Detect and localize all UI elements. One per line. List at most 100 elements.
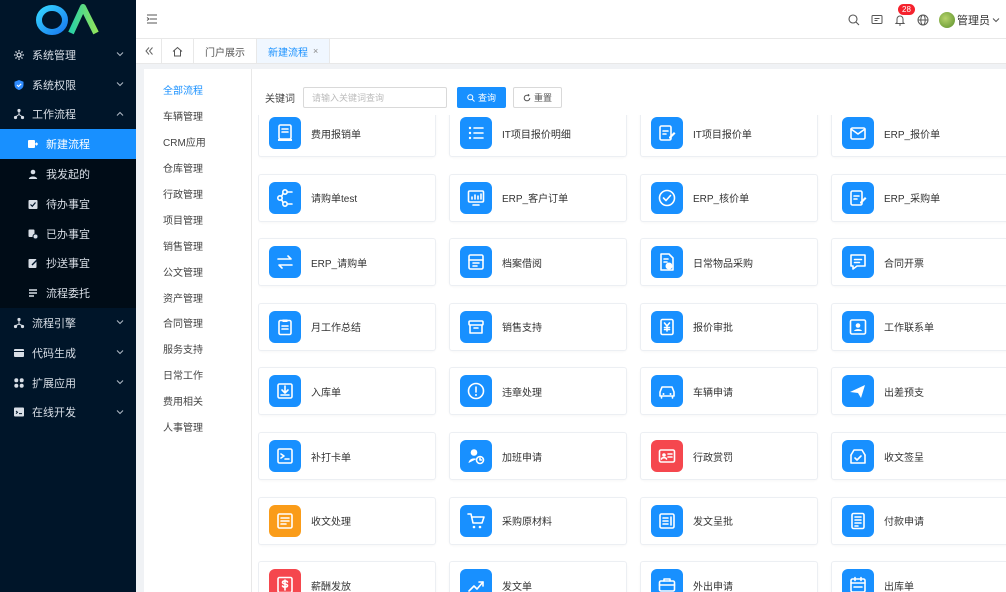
process-card[interactable]: 加班申请 [449,432,627,480]
form-icon [842,504,874,537]
process-card[interactable]: 薪酬发放 [258,561,436,592]
sidebar-item-label: 扩展应用 [32,377,76,390]
chevron-down-icon [116,81,124,87]
dev-icon [12,405,26,419]
process-card[interactable]: IT项目报价明细 [449,115,627,157]
sidebar-item-new-flow[interactable]: 新建流程 [0,129,136,160]
category-item[interactable]: 日常工作 [144,362,251,388]
sidebar-item-todo[interactable]: 待办事宜 [0,188,136,219]
process-card[interactable]: 车辆申请 [640,367,818,416]
calendar-icon [842,569,874,592]
delegate-icon [26,286,40,300]
sidebar-item-apps[interactable]: 扩展应用 [0,368,136,398]
category-item[interactable]: 销售管理 [144,232,251,258]
clipboard-icon [269,310,301,343]
process-name: IT项目报价明细 [502,129,571,141]
sidebar-item-workflow[interactable]: 工作流程 [0,100,136,130]
todo-icon [26,197,40,211]
tab-portal[interactable]: 门户展示 [194,39,257,63]
category-item[interactable]: 公文管理 [144,258,251,284]
top-header: 28 管理员 [136,0,1006,39]
category-item[interactable]: 人事管理 [144,414,251,440]
process-card[interactable]: 违章处理 [449,367,627,416]
process-card[interactable]: 采购原材料 [449,496,627,545]
inbox-icon [269,375,301,408]
process-name: 月工作总结 [311,323,361,335]
process-card[interactable]: 行政赏罚 [640,432,818,480]
cc-icon [26,256,40,270]
sidebar-item-shield[interactable]: 系统权限 [0,70,136,100]
process-card[interactable]: 档案借阅 [449,238,627,287]
process-card[interactable]: 请购单test [258,173,436,222]
process-card[interactable]: 入库单 [258,367,436,416]
process-card[interactable]: 销售支持 [449,302,627,351]
process-card[interactable]: 外出申请 [640,561,818,592]
menu-fold-icon[interactable] [146,13,158,28]
process-card[interactable]: 付款申请 [831,496,1006,545]
process-card[interactable]: 发文呈批 [640,496,818,545]
chevron-down-icon [116,52,124,57]
category-item[interactable]: CRM应用 [144,129,251,155]
category-item[interactable]: 车辆管理 [144,103,251,129]
message-icon[interactable] [870,13,884,27]
process-card[interactable]: ERP_客户订单 [449,173,627,222]
process-card[interactable]: ERP_核价单 [640,173,818,222]
process-name: 发文呈批 [693,517,733,529]
monitor-icon [460,181,492,214]
globe-icon[interactable] [916,13,930,27]
category-item[interactable]: 合同管理 [144,310,251,336]
process-card[interactable]: 收文签呈 [831,432,1006,480]
category-item[interactable]: 仓库管理 [144,155,251,181]
sidebar-item-label: 抄送事宜 [46,258,90,271]
tabs-scroll-left-icon[interactable] [136,39,162,63]
tab-label: 新建流程 [268,47,308,59]
process-name: 收文签呈 [884,452,924,464]
process-card[interactable]: 报价审批 [640,302,818,351]
reset-button[interactable]: 重置 [513,87,563,108]
process-card[interactable]: 日常物品采购 [640,238,818,287]
process-card[interactable]: 工作联系单 [831,302,1006,351]
category-item[interactable]: 资产管理 [144,284,251,310]
sidebar-item-gear[interactable]: 系统管理 [0,40,136,70]
box-icon [460,310,492,343]
process-card[interactable]: IT项目报价单 [640,115,818,157]
process-name: 日常物品采购 [693,258,753,270]
home-tab-icon[interactable] [162,39,194,63]
alert-icon [460,375,492,408]
query-button[interactable]: 查询 [457,87,507,108]
sidebar-item-delegate[interactable]: 流程委托 [0,278,136,309]
process-card[interactable]: ERP_请购单 [258,238,436,287]
category-item[interactable]: 行政管理 [144,181,251,207]
category-item[interactable]: 服务支持 [144,336,251,362]
category-item[interactable]: 全部流程 [144,77,251,103]
sidebar-item-cc[interactable]: 抄送事宜 [0,248,136,279]
user-menu[interactable]: 管理员 [939,11,1000,28]
category-item[interactable]: 项目管理 [144,206,251,232]
sidebar-item-code[interactable]: 代码生成 [0,338,136,368]
process-card[interactable]: ERP_采购单 [831,173,1006,222]
process-card[interactable]: 费用报销单 [258,115,436,157]
process-card[interactable]: 月工作总结 [258,302,436,351]
category-item[interactable]: 费用相关 [144,388,251,414]
sidebar-item-user[interactable]: 我发起的 [0,159,136,189]
punch-card-icon [269,440,301,472]
process-name: 出差预支 [884,387,924,399]
process-name: 请购单test [311,194,358,206]
process-card[interactable]: 发文单 [449,561,627,592]
process-card[interactable]: 出差预支 [831,367,1006,416]
process-card[interactable]: 出库单 [831,561,1006,592]
process-card[interactable]: 合同开票 [831,238,1006,287]
keyword-input[interactable] [303,87,447,108]
bell-icon[interactable]: 28 [893,3,915,27]
sidebar: 系统管理 系统权限 工作流程 新建流程 我发起的 待办事宜 已办事宜抄送事宜流程委托 流程引擎… [0,0,136,592]
sidebar-item-dev[interactable]: 在线开发 [0,398,136,428]
sidebar-item-engine[interactable]: 流程引擎 [0,308,136,338]
process-card[interactable]: ERP_报价单 [831,115,1006,157]
close-icon[interactable]: × [313,46,318,56]
process-card[interactable]: 补打卡单 [258,432,436,480]
done-icon [26,227,40,241]
process-card[interactable]: 收文处理 [258,496,436,545]
search-icon[interactable] [847,13,861,27]
tab-new-flow[interactable]: 新建流程 × [257,39,331,63]
sidebar-item-done[interactable]: 已办事宜 [0,218,136,249]
